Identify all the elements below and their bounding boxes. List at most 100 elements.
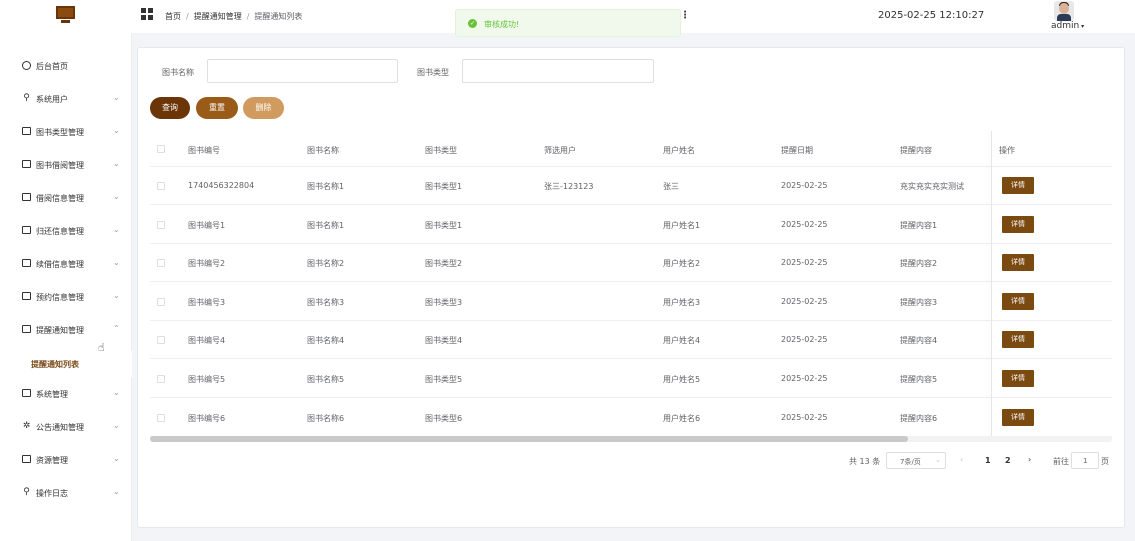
- table-cell: 图书编号2: [188, 259, 226, 268]
- sidebar-item-resource[interactable]: 资源管理 ⌄: [0, 444, 132, 477]
- chevron-down-icon: ⌄: [113, 421, 120, 430]
- breadcrumb-current: 提醒通知列表: [254, 12, 303, 21]
- detail-button[interactable]: 详情: [1002, 331, 1034, 348]
- reset-button[interactable]: 重置: [196, 97, 238, 119]
- fixed-column-divider: [991, 131, 992, 436]
- chevron-down-icon: ⌄: [113, 388, 120, 397]
- user-menu[interactable]: admin ▾: [1051, 21, 1084, 31]
- book-type-input[interactable]: [462, 59, 654, 83]
- table-cell: 图书名称3: [307, 298, 345, 307]
- sidebar-item-notice[interactable]: ✲ 公告通知管理 ⌄: [0, 411, 132, 444]
- row-divider: [150, 243, 1112, 244]
- sidebar-item-borrow-info[interactable]: 借阅信息管理 ⌄: [0, 182, 132, 215]
- table-cell: 图书名称1: [307, 182, 345, 191]
- chevron-down-icon: ⌄: [113, 454, 120, 463]
- detail-button[interactable]: 详情: [1002, 216, 1034, 233]
- toast-message: 审核成功!: [484, 20, 520, 29]
- chevron-down-icon: ⌄: [113, 126, 120, 135]
- avatar[interactable]: [1054, 1, 1074, 21]
- prev-page-icon[interactable]: ‹: [960, 455, 963, 473]
- sidebar-item-system-users[interactable]: ⚲ 系统用户 ⌄: [0, 83, 132, 116]
- chevron-down-icon: ⌄: [935, 456, 941, 464]
- sidebar-item-label: 归还信息管理: [36, 227, 84, 236]
- detail-button[interactable]: 详情: [1002, 177, 1034, 194]
- loading-icon: ✲: [22, 421, 31, 431]
- column-header: 图书编号: [188, 146, 220, 155]
- content-card: [137, 47, 1125, 528]
- chevron-down-icon: ⌄: [113, 258, 120, 267]
- user-icon: ⚲: [23, 93, 30, 103]
- more-dots-icon[interactable]: ⋮: [680, 10, 690, 21]
- table-cell: 图书编号5: [188, 375, 226, 384]
- column-header: 提醒日期: [781, 146, 813, 155]
- row-checkbox[interactable]: [157, 182, 165, 190]
- select-all-checkbox[interactable]: [157, 145, 165, 153]
- detail-button[interactable]: 详情: [1002, 293, 1034, 310]
- row-checkbox[interactable]: [157, 336, 165, 344]
- query-button[interactable]: 查询: [150, 97, 190, 119]
- table-cell: 图书类型6: [425, 414, 463, 423]
- page-2[interactable]: 2: [1005, 456, 1011, 465]
- header-divider: [150, 166, 1112, 167]
- row-checkbox[interactable]: [157, 414, 165, 422]
- table-cell: 用户姓名6: [663, 414, 701, 423]
- sidebar-item-return-info[interactable]: 归还信息管理 ⌄: [0, 215, 132, 248]
- row-divider: [150, 397, 1112, 398]
- goto-page-input[interactable]: 1: [1071, 452, 1099, 469]
- detail-button[interactable]: 详情: [1002, 370, 1034, 387]
- table-cell: 图书类型1: [425, 221, 463, 230]
- sidebar-item-book-type[interactable]: 图书类型管理 ⌄: [0, 116, 132, 149]
- page-size-select[interactable]: 7条/页 ⌄: [886, 452, 946, 469]
- detail-button[interactable]: 详情: [1002, 254, 1034, 271]
- next-page-icon[interactable]: ›: [1028, 455, 1031, 473]
- row-checkbox[interactable]: [157, 298, 165, 306]
- sidebar-item-renew-info[interactable]: 续借信息管理 ⌄: [0, 248, 132, 281]
- sidebar-subitem-reminder-list[interactable]: 提醒通知列表: [8, 351, 132, 377]
- table-cell: 图书名称5: [307, 375, 345, 384]
- book-name-label: 图书名称: [162, 68, 194, 77]
- monitor-logo-icon: [56, 6, 75, 23]
- column-header: 筛选用户: [544, 146, 576, 155]
- table-cell: 图书名称1: [307, 221, 345, 230]
- table-cell: 用户姓名2: [663, 259, 701, 268]
- folder-icon: [22, 193, 31, 202]
- sidebar-item-book-borrow[interactable]: 图书借阅管理 ⌄: [0, 149, 132, 182]
- row-checkbox[interactable]: [157, 375, 165, 383]
- horizontal-scrollbar-thumb[interactable]: [150, 436, 908, 442]
- column-header: 图书名称: [307, 146, 339, 155]
- sidebar-item-reserve-info[interactable]: 预约信息管理 ⌄: [0, 281, 132, 314]
- sidebar-item-label: 续借信息管理: [36, 260, 84, 269]
- table-cell: 2025-02-25: [781, 220, 828, 229]
- row-checkbox[interactable]: [157, 221, 165, 229]
- row-checkbox[interactable]: [157, 259, 165, 267]
- delete-button[interactable]: 删除: [243, 97, 284, 119]
- chevron-down-icon: ⌄: [113, 291, 120, 300]
- table-cell: 2025-02-25: [781, 335, 828, 344]
- sidebar-item-home[interactable]: 后台首页: [0, 50, 132, 83]
- goto-label: 前往: [1053, 457, 1069, 466]
- table-cell: 提醒内容4: [900, 336, 938, 345]
- sidebar-item-label: 系统管理: [36, 390, 68, 399]
- table-cell: 提醒内容3: [900, 298, 938, 307]
- table-cell: 张三: [663, 182, 679, 191]
- sidebar-item-label: 操作日志: [36, 489, 68, 498]
- sidebar-item-label: 公告通知管理: [36, 423, 84, 432]
- sidebar-item-label: 图书借阅管理: [36, 161, 84, 170]
- sidebar-item-reminder[interactable]: 提醒通知管理 ⌃: [0, 314, 132, 347]
- breadcrumb-home[interactable]: 首页: [165, 12, 181, 21]
- sidebar-item-label: 系统用户: [36, 95, 68, 104]
- detail-button[interactable]: 详情: [1002, 409, 1034, 426]
- book-name-input[interactable]: [207, 59, 398, 83]
- table-cell: 用户姓名3: [663, 298, 701, 307]
- page-1[interactable]: 1: [985, 456, 991, 465]
- sidebar-item-op-log[interactable]: ⚲ 操作日志 ⌄: [0, 477, 132, 510]
- folder-icon: [22, 160, 31, 169]
- sidebar-item-label: 借阅信息管理: [36, 194, 84, 203]
- table-cell: 图书编号3: [188, 298, 226, 307]
- menu-grid-icon[interactable]: [141, 8, 153, 20]
- sidebar-item-system-manage[interactable]: 系统管理 ⌄: [0, 378, 132, 411]
- row-divider: [150, 320, 1112, 321]
- row-divider: [150, 281, 1112, 282]
- breadcrumb-section[interactable]: 提醒通知管理: [194, 12, 242, 21]
- table-cell: 图书类型4: [425, 336, 463, 345]
